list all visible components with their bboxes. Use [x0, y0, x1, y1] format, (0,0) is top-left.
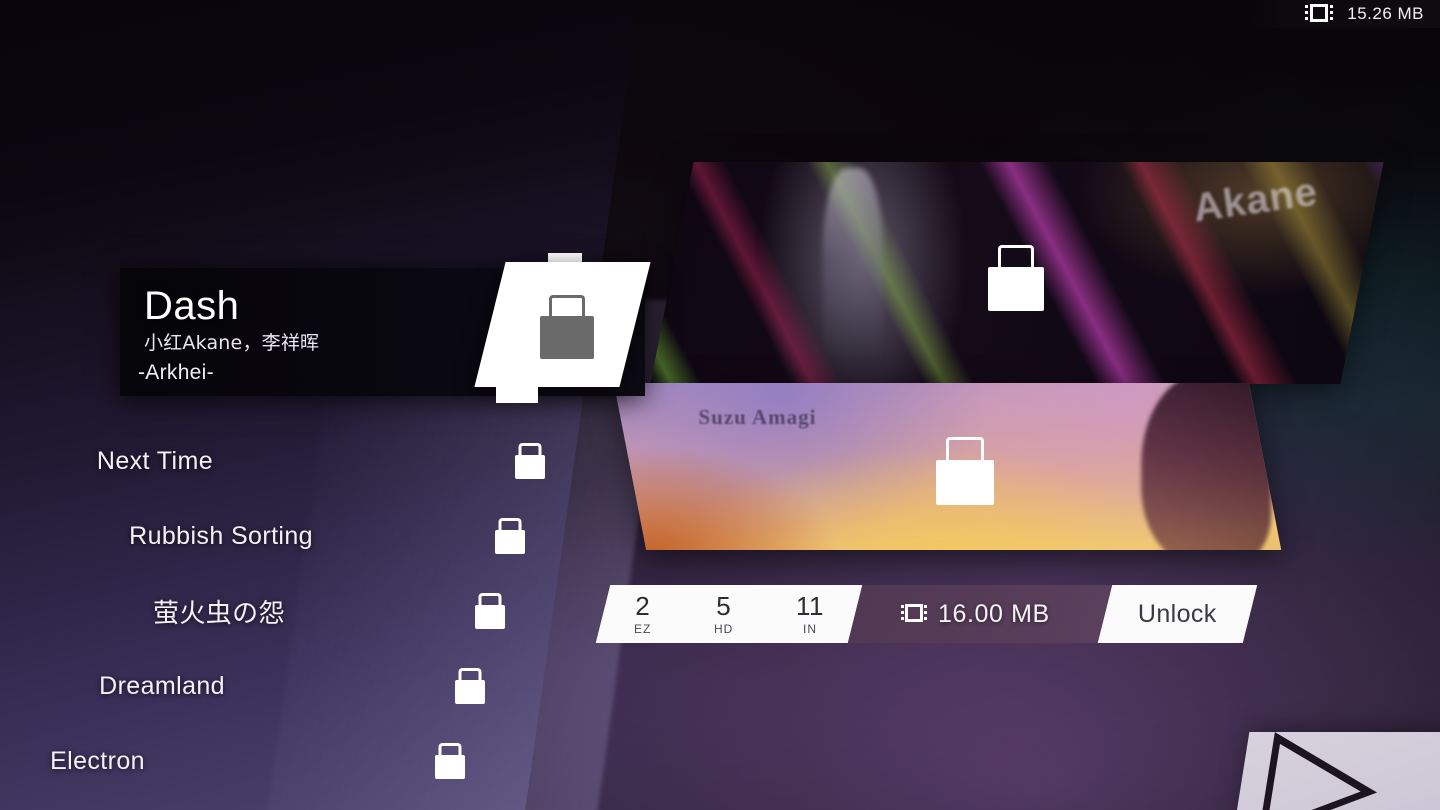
list-item[interactable]: 萤火虫の怨	[0, 582, 505, 640]
download-size-group: 16.00 MB	[901, 585, 1050, 643]
lock-icon	[475, 593, 505, 629]
lock-icon	[435, 743, 465, 779]
lock-icon	[540, 295, 594, 359]
list-item[interactable]: Electron	[0, 732, 465, 790]
difficulty-in-value: 11	[795, 591, 824, 621]
song-title: Rubbish Sorting	[129, 521, 313, 550]
difficulty-in[interactable]: 11 IN	[795, 591, 824, 636]
list-item[interactable]: Dreamland	[0, 657, 485, 715]
play-triangle-icon	[1258, 732, 1378, 810]
list-item[interactable]: Next Time	[0, 432, 545, 490]
artwork-bottom-silhouette	[1141, 383, 1272, 550]
difficulty-hd-label: HD	[714, 622, 734, 636]
selected-song-artist: 小红Akane，李祥晖	[144, 332, 320, 354]
lock-icon	[515, 443, 545, 479]
unlock-button-label: Unlock	[1138, 599, 1217, 628]
selected-song-title: Dash	[144, 284, 240, 328]
song-list: Next Time Rubbish Sorting 萤火虫の怨 Dreamlan…	[0, 0, 640, 810]
selected-song-text: Dash 小红Akane，李祥晖 -Arkhei-	[138, 284, 320, 387]
selected-badge-tab-bottom	[496, 385, 538, 403]
artwork-top-figure	[822, 168, 883, 368]
film-strip-icon	[1305, 3, 1334, 25]
difficulty-badges[interactable]: 2 EZ 5 HD 11 IN	[595, 585, 863, 643]
selected-song-illustrator: -Arkhei-	[138, 361, 214, 384]
lock-icon	[936, 437, 994, 505]
lock-icon	[455, 668, 485, 704]
difficulty-ez-label: EZ	[634, 622, 652, 636]
app-root: Akane Suzu Amagi Next Time Rubbish Sorti…	[0, 0, 1440, 810]
list-item[interactable]: Rubbish Sorting	[0, 507, 525, 565]
song-title: 萤火虫の怨	[152, 598, 285, 629]
download-size-text: 16.00 MB	[938, 599, 1050, 628]
artwork-bottom-signature: Suzu Amagi	[698, 405, 817, 429]
difficulty-in-label: IN	[802, 622, 817, 636]
difficulty-hd[interactable]: 5 HD	[714, 591, 734, 636]
song-title: Dreamland	[99, 671, 225, 700]
status-bar: 15.26 MB	[1240, 0, 1440, 28]
lock-icon	[988, 245, 1044, 311]
song-title: Electron	[50, 746, 145, 775]
difficulty-ez[interactable]: 2 EZ	[634, 591, 652, 636]
film-strip-icon	[901, 603, 927, 625]
unlock-button[interactable]: Unlock	[1097, 585, 1258, 643]
difficulty-ez-value: 2	[635, 591, 651, 621]
lock-icon	[495, 518, 525, 554]
difficulty-hd-value: 5	[716, 591, 732, 621]
song-info-bar: 2 EZ 5 HD 11 IN 16.00 MB Unlock	[595, 585, 1258, 643]
song-title: Next Time	[96, 446, 213, 475]
status-bar-size-text: 15.26 MB	[1347, 4, 1424, 23]
